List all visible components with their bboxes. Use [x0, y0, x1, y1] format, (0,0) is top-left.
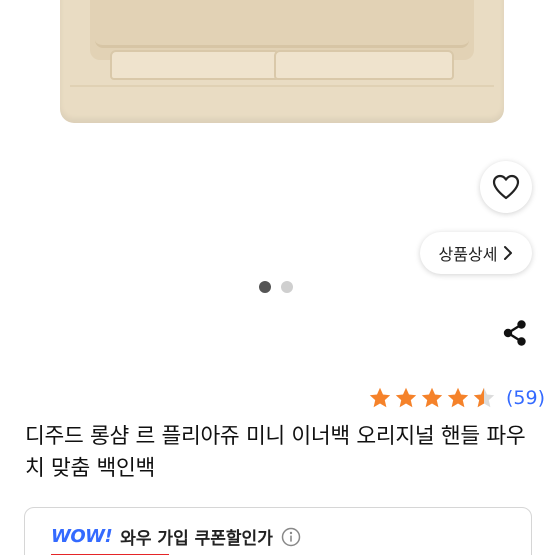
wishlist-button[interactable] [480, 161, 532, 213]
felt-pocket-left [110, 50, 280, 80]
wow-coupon-row[interactable]: WOW! 와우 가입 쿠폰할인가 [51, 524, 301, 549]
info-circle-icon[interactable] [281, 527, 301, 547]
carousel-dot[interactable] [281, 281, 293, 293]
star-full-icon [395, 387, 417, 408]
product-rating[interactable]: (59) [368, 386, 545, 410]
felt-pocket-right [274, 50, 454, 80]
review-count-link[interactable]: (59) [506, 387, 545, 409]
carousel-dots [259, 281, 293, 293]
wow-coupon-label: 와우 가입 쿠폰할인가 [120, 529, 273, 549]
wow-coupon-card: WOW! 와우 가입 쿠폰할인가 [24, 507, 532, 555]
product-detail-label: 상품상세 [438, 245, 498, 264]
felt-seam [70, 85, 494, 87]
felt-organizer-rim [95, 14, 469, 48]
star-full-icon [369, 387, 391, 408]
product-detail-button[interactable]: 상품상세 [420, 232, 532, 274]
star-half-icon [473, 387, 495, 408]
star-full-icon [421, 387, 443, 408]
carousel-dot-active[interactable] [259, 281, 271, 293]
share-icon [503, 320, 526, 346]
product-image[interactable] [0, 0, 555, 150]
heart-outline-icon [492, 174, 520, 200]
product-title: 디주드 롱샴 르 플리아쥬 미니 이너백 오리지널 핸들 파우치 맞춤 백인백 [25, 424, 526, 481]
wow-logo: WOW! [51, 526, 113, 547]
share-button[interactable] [500, 318, 530, 348]
chevron-right-icon [504, 246, 513, 260]
star-full-icon [447, 387, 469, 408]
